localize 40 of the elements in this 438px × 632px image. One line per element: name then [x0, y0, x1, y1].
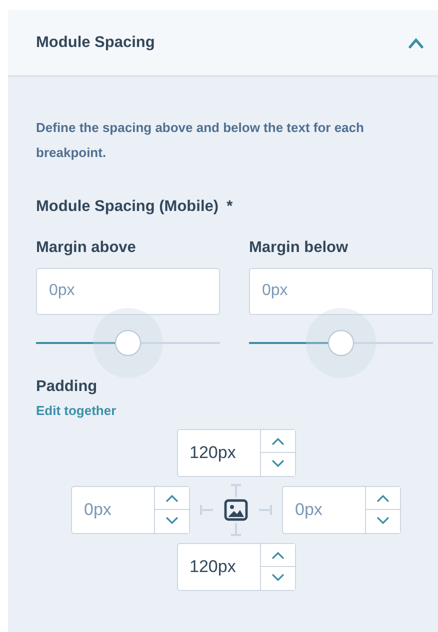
chevron-up-icon [272, 550, 284, 559]
section-header[interactable]: Module Spacing [8, 10, 438, 77]
chevron-down-icon [272, 574, 284, 582]
margin-label: Margin above [36, 238, 136, 258]
chevron-down-icon [272, 460, 284, 468]
decrement-button[interactable] [260, 566, 294, 590]
slider[interactable] [249, 306, 433, 376]
slider-thumb[interactable] [115, 330, 141, 356]
required-mark: * [226, 197, 233, 217]
number-stepper[interactable]: 0px [71, 486, 190, 534]
number-stepper[interactable]: 120px [176, 428, 296, 476]
chevron-up-icon [377, 494, 389, 502]
top-bracket-icon [230, 484, 242, 498]
left-bracket-icon [200, 504, 214, 516]
margin-label: Margin below [249, 238, 348, 258]
padding-top-input[interactable]: 120px [178, 430, 260, 476]
padding-label: Padding [36, 376, 98, 396]
section-title: Module Spacing [36, 32, 155, 53]
bottom-bracket-icon [230, 522, 242, 536]
chevron-up-icon [272, 436, 284, 445]
slider-thumb[interactable] [328, 330, 354, 356]
decrement-button[interactable] [366, 509, 400, 532]
chevron-icon[interactable] [408, 36, 424, 48]
margin-input[interactable]: 0px [249, 268, 433, 314]
right-bracket-icon [258, 504, 272, 516]
number-stepper[interactable]: 0px [282, 486, 401, 534]
chevron-down-icon [166, 517, 178, 526]
padding-left-input[interactable]: 0px [72, 486, 154, 532]
padding-bottom-input[interactable]: 120px [178, 544, 260, 590]
decrement-button[interactable] [260, 452, 294, 476]
image-icon [224, 498, 248, 520]
chevron-down-icon [377, 517, 389, 526]
group-label: Module Spacing (Mobile) [36, 197, 219, 217]
number-stepper[interactable]: 120px [176, 542, 296, 590]
section-description: Define the spacing above and below the text for each breakpoint. [36, 119, 365, 162]
margin-input[interactable]: 0px [36, 268, 220, 314]
padding-right-input[interactable]: 0px [283, 486, 365, 532]
slider[interactable] [36, 306, 220, 376]
decrement-button[interactable] [155, 509, 189, 532]
chevron-up-icon [166, 494, 178, 502]
